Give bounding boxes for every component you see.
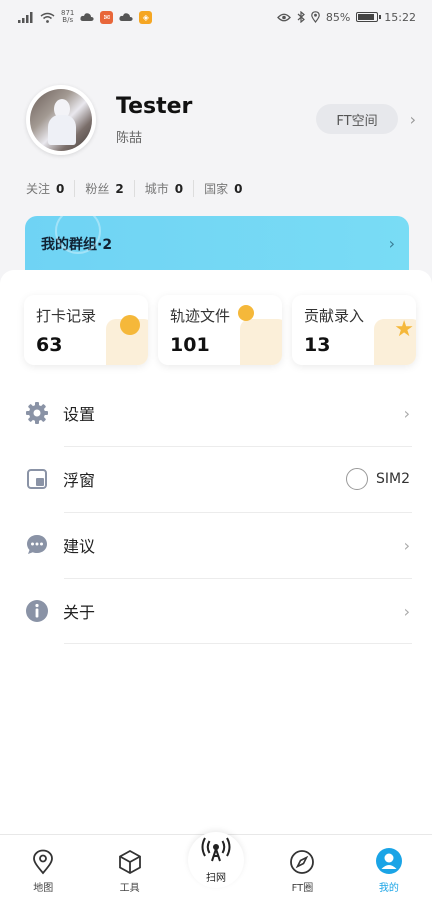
stat-label: 城市 xyxy=(144,182,169,196)
settings-menu: 设置 › 浮窗 SIM2 建议 › 关于 › xyxy=(24,380,412,644)
nav-label: 地图 xyxy=(33,883,54,894)
battery-percent: 85% xyxy=(325,10,351,24)
app-notification-icon: ✉ xyxy=(100,10,114,24)
dot-icon xyxy=(238,305,254,321)
map-pin-icon xyxy=(33,849,54,875)
sim2-label: SIM2 xyxy=(375,471,410,487)
avatar[interactable] xyxy=(26,85,96,155)
menu-label: 设置 xyxy=(63,405,96,424)
chevron-right-icon: › xyxy=(388,234,395,253)
info-icon xyxy=(24,598,50,624)
footprint-decoration-icon xyxy=(240,319,282,365)
stat-following[interactable]: 关注 0 xyxy=(26,180,76,197)
profile-icon xyxy=(375,848,402,874)
stat-value: 2 xyxy=(115,181,124,196)
location-icon xyxy=(311,11,320,23)
app-badge-icon: ◈ xyxy=(139,10,153,24)
signal-icon xyxy=(18,11,34,23)
antenna-icon xyxy=(201,837,231,861)
radio-button[interactable] xyxy=(345,468,368,490)
menu-item-about[interactable]: 关于 › xyxy=(24,578,412,644)
nav-tools[interactable]: 工具 xyxy=(86,835,172,900)
chevron-right-icon: › xyxy=(403,403,410,423)
nav-label: 扫网 xyxy=(206,872,227,884)
stat-countries[interactable]: 国家 0 xyxy=(204,180,252,197)
ft-space-button[interactable]: FT空间 xyxy=(316,104,398,134)
menu-item-settings[interactable]: 设置 › xyxy=(24,380,412,446)
net-speed-unit: B/s xyxy=(62,16,74,24)
stat-label: 粉丝 xyxy=(85,182,110,196)
nav-label: 我的 xyxy=(378,883,399,894)
chevron-right-icon: › xyxy=(403,601,410,621)
name-block: Tester 陈喆 xyxy=(116,94,192,146)
chevron-right-icon: › xyxy=(403,535,410,555)
nav-ft-circle[interactable]: FT圈 xyxy=(259,835,345,900)
my-groups-banner[interactable]: 我的群组·2 › xyxy=(25,216,409,272)
eye-icon xyxy=(276,13,291,22)
dot-icon xyxy=(120,315,140,335)
sim2-toggle[interactable]: SIM2 xyxy=(345,468,410,490)
bluetooth-icon xyxy=(297,11,305,23)
menu-item-float-window[interactable]: 浮窗 SIM2 xyxy=(24,446,412,512)
bottom-nav: 地图 工具 扫网 FT圈 我的 xyxy=(0,832,432,900)
stat-label: 国家 xyxy=(204,182,229,196)
track-files-card[interactable]: 轨迹文件 101 xyxy=(158,295,282,365)
menu-item-feedback[interactable]: 建议 › xyxy=(24,512,412,578)
stat-cards: 打卡记录 63 轨迹文件 101 ★ 贡献录入 13 xyxy=(24,295,416,365)
stat-followers[interactable]: 粉丝 2 xyxy=(85,180,135,197)
profile-header: Tester 陈喆 FT空间 › xyxy=(26,82,416,158)
menu-label: 建议 xyxy=(63,537,96,556)
cloud-icon xyxy=(80,12,94,22)
compass-icon xyxy=(290,850,315,874)
chat-icon xyxy=(24,532,50,558)
nav-scan[interactable]: 扫网 xyxy=(173,832,259,900)
nav-label: 工具 xyxy=(119,883,140,894)
stat-cities[interactable]: 城市 0 xyxy=(144,180,195,197)
username: Tester xyxy=(116,94,193,119)
battery-fill xyxy=(358,14,374,20)
star-icon: ★ xyxy=(394,317,414,342)
checkin-records-card[interactable]: 打卡记录 63 xyxy=(24,295,148,365)
stat-value: 0 xyxy=(174,181,184,196)
user-subname: 陈喆 xyxy=(116,131,143,146)
cube-icon xyxy=(118,849,141,875)
stat-value: 0 xyxy=(234,181,243,196)
menu-label: 浮窗 xyxy=(63,471,96,490)
net-speed: 871 B/s xyxy=(61,10,74,24)
contribution-card[interactable]: ★ 贡献录入 13 xyxy=(292,295,416,365)
avatar-image xyxy=(30,89,92,151)
gear-icon xyxy=(24,400,50,426)
menu-label: 关于 xyxy=(63,603,96,622)
battery-icon xyxy=(356,12,382,22)
stat-value: 0 xyxy=(56,181,65,196)
nav-label: FT圈 xyxy=(291,883,314,894)
chevron-right-icon[interactable]: › xyxy=(410,110,416,129)
nav-map[interactable]: 地图 xyxy=(0,835,86,900)
float-window-icon xyxy=(24,466,50,492)
stats-row: 关注 0 粉丝 2 城市 0 国家 0 xyxy=(26,180,263,197)
scan-button[interactable]: 扫网 xyxy=(188,832,245,888)
status-bar: 871 B/s ✉ ◈ 85% 15:22 xyxy=(0,0,432,34)
cloud-icon-2 xyxy=(119,12,133,22)
wifi-icon xyxy=(40,12,55,23)
clock: 15:22 xyxy=(384,10,416,24)
stat-label: 关注 xyxy=(26,182,51,196)
nav-me[interactable]: 我的 xyxy=(346,835,432,900)
